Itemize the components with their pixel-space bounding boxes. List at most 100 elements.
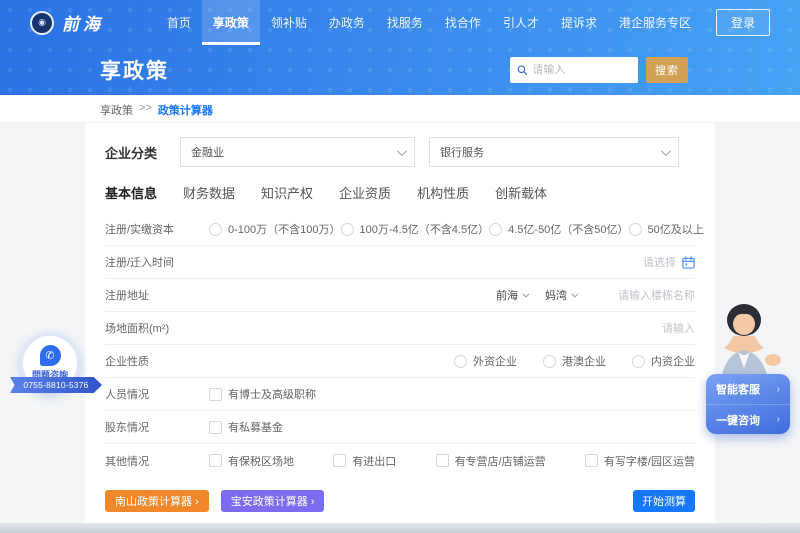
building-name-input[interactable]: 请输入楼栋名称 <box>618 287 695 303</box>
checkbox-icon[interactable] <box>585 454 598 467</box>
other-option-office-park-label: 有写字楼/园区运营 <box>604 453 695 469</box>
capital-option-1[interactable]: 0-100万（不含100万） <box>209 221 341 237</box>
area-select[interactable]: 妈湾 <box>545 287 576 303</box>
checkbox-icon[interactable] <box>436 454 449 467</box>
site-area-row: 场地面积(m²) 请输入 <box>105 312 695 345</box>
category-label: 企业分类 <box>105 143 175 162</box>
nav-items: 首页 享政策 领补贴 办政务 找服务 找合作 引人才 提诉求 港企服务专区 登录 <box>156 0 770 45</box>
capital-option-4[interactable]: 50亿及以上 <box>629 221 704 237</box>
shareholder-option-private-fund[interactable]: 有私募基金 <box>209 419 283 435</box>
nav-item-home[interactable]: 首页 <box>156 0 202 45</box>
personnel-options: 有博士及高级职称 <box>209 386 316 402</box>
capital-option-2-label: 100万-4.5亿（不含4.5亿） <box>360 221 490 237</box>
capital-option-3[interactable]: 4.5亿-50亿（不含50亿） <box>489 221 628 237</box>
address-label: 注册地址 <box>105 287 175 303</box>
address-row: 注册地址 前海 妈湾 请输入楼栋名称 <box>105 279 695 312</box>
radio-icon[interactable] <box>489 223 502 236</box>
footer-strip <box>0 523 800 533</box>
tab-institution-nature[interactable]: 机构性质 <box>417 183 469 209</box>
page-title: 享政策 <box>100 55 169 85</box>
calculator-tabs: 基本信息 财务数据 知识产权 企业资质 机构性质 创新载体 <box>105 183 695 209</box>
breadcrumb-parent[interactable]: 享政策 <box>100 102 133 118</box>
one-click-consult-button[interactable]: 一键咨询 › <box>706 404 790 434</box>
tab-financial-data[interactable]: 财务数据 <box>183 183 235 209</box>
register-time-picker[interactable]: 请选择 <box>643 254 676 270</box>
assistant-widget: 智能客服 › 一键咨询 › <box>700 298 792 438</box>
checkbox-icon[interactable] <box>209 454 222 467</box>
shareholder-option-private-fund-label: 有私募基金 <box>228 419 283 435</box>
logo[interactable]: ◉ 前海 <box>30 10 104 35</box>
other-options: 有保税区场地 有进出口 有专营店/店铺运营 有写字楼/园区运营 <box>209 453 695 469</box>
shareholder-row: 股东情况 有私募基金 <box>105 411 695 444</box>
search-icon <box>517 64 527 76</box>
nav-item-subsidies[interactable]: 领补贴 <box>260 0 318 45</box>
radio-icon[interactable] <box>454 355 467 368</box>
capital-option-3-label: 4.5亿-50亿（不含50亿） <box>508 221 628 237</box>
calendar-icon[interactable] <box>682 256 695 269</box>
search-box[interactable] <box>510 57 638 83</box>
arrow-right-icon: › <box>777 414 780 425</box>
checkbox-icon[interactable] <box>209 421 222 434</box>
nature-option-foreign[interactable]: 外资企业 <box>454 353 517 369</box>
other-option-bonded-site-label: 有保税区场地 <box>228 453 294 469</box>
radio-icon[interactable] <box>632 355 645 368</box>
other-label: 其他情况 <box>105 453 175 469</box>
radio-icon[interactable] <box>629 223 642 236</box>
one-click-consult-label: 一键咨询 <box>716 412 760 428</box>
chevron-down-icon <box>522 290 529 297</box>
nanshan-calculator-button[interactable]: 南山政策计算器 › <box>105 490 209 512</box>
personnel-option-phd[interactable]: 有博士及高级职称 <box>209 386 316 402</box>
other-option-office-park[interactable]: 有写字楼/园区运营 <box>585 453 695 469</box>
tab-innovation-carrier[interactable]: 创新载体 <box>495 183 547 209</box>
area-select-value: 妈湾 <box>545 287 567 303</box>
other-option-store[interactable]: 有专营店/店铺运营 <box>436 453 546 469</box>
nav-item-cooperation[interactable]: 找合作 <box>434 0 492 45</box>
address-controls: 前海 妈湾 请输入楼栋名称 <box>496 287 695 303</box>
radio-icon[interactable] <box>543 355 556 368</box>
other-option-bonded-site[interactable]: 有保税区场地 <box>209 453 294 469</box>
logo-text: 前海 <box>62 10 104 35</box>
sub-industry-select[interactable]: 银行服务 <box>429 137 679 167</box>
nav-item-policies[interactable]: 享政策 <box>202 0 260 45</box>
arrow-right-icon: › <box>777 384 780 395</box>
checkbox-icon[interactable] <box>333 454 346 467</box>
calculator-footer: 南山政策计算器 › 宝安政策计算器 › 开始测算 <box>105 490 695 512</box>
baoan-calculator-button[interactable]: 宝安政策计算器 › <box>221 490 325 512</box>
tab-intellectual-property[interactable]: 知识产权 <box>261 183 313 209</box>
tab-enterprise-qualification[interactable]: 企业资质 <box>339 183 391 209</box>
district-select[interactable]: 前海 <box>496 287 527 303</box>
sub-industry-select-value: 银行服务 <box>440 144 484 160</box>
nature-option-hkmo-label: 港澳企业 <box>562 353 606 369</box>
phone-icon: ✆ <box>40 345 61 366</box>
start-calculation-button[interactable]: 开始测算 <box>633 490 695 512</box>
nature-option-domestic[interactable]: 内资企业 <box>632 353 695 369</box>
page: ◉ 前海 首页 享政策 领补贴 办政务 找服务 找合作 引人才 提诉求 港企服务… <box>0 0 800 533</box>
site-area-input[interactable]: 请输入 <box>662 320 695 336</box>
contact-phone-ribbon[interactable]: 0755-8810-5376 <box>10 377 102 393</box>
capital-option-4-label: 50亿及以上 <box>648 221 704 237</box>
nav-item-services[interactable]: 找服务 <box>376 0 434 45</box>
capital-options: 0-100万（不含100万） 100万-4.5亿（不含4.5亿） 4.5亿-50… <box>209 221 704 237</box>
basic-info-form: 注册/实缴资本 0-100万（不含100万） 100万-4.5亿（不含4.5亿）… <box>105 213 695 477</box>
capital-option-2[interactable]: 100万-4.5亿（不含4.5亿） <box>341 221 490 237</box>
nav-item-appeals[interactable]: 提诉求 <box>550 0 608 45</box>
other-option-import-export[interactable]: 有进出口 <box>333 453 396 469</box>
nav-item-gov-affairs[interactable]: 办政务 <box>318 0 376 45</box>
radio-icon[interactable] <box>209 223 222 236</box>
radio-icon[interactable] <box>341 223 354 236</box>
search-button[interactable]: 搜索 <box>646 57 688 83</box>
assistant-panel: 智能客服 › 一键咨询 › <box>706 374 790 434</box>
contact-phone-number: 0755-8810-5376 <box>23 380 88 390</box>
nature-option-hkmo[interactable]: 港澳企业 <box>543 353 606 369</box>
nav-item-talent[interactable]: 引人才 <box>492 0 550 45</box>
checkbox-icon[interactable] <box>209 388 222 401</box>
nature-option-foreign-label: 外资企业 <box>473 353 517 369</box>
capital-row: 注册/实缴资本 0-100万（不含100万） 100万-4.5亿（不含4.5亿）… <box>105 213 695 246</box>
login-button[interactable]: 登录 <box>716 9 770 36</box>
industry-select[interactable]: 金融业 <box>180 137 415 167</box>
tab-basic-info[interactable]: 基本信息 <box>105 183 157 209</box>
search-input[interactable] <box>532 64 631 76</box>
chevron-down-icon <box>661 146 671 156</box>
nav-item-hk-zone[interactable]: 港企服务专区 <box>608 0 702 45</box>
smart-service-button[interactable]: 智能客服 › <box>706 374 790 404</box>
